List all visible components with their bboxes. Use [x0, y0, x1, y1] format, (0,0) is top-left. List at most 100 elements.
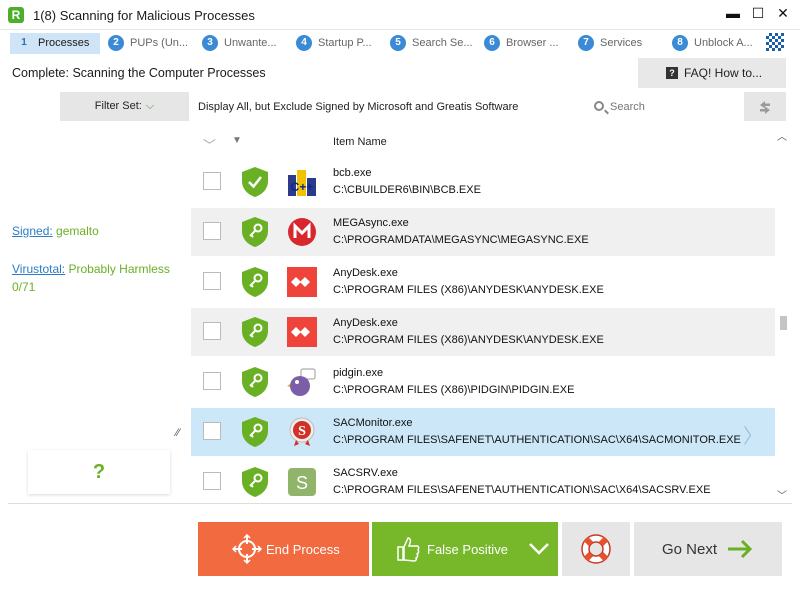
divider — [8, 503, 792, 504]
chevron-down-icon[interactable]: ﹀ — [203, 135, 216, 154]
virustotal-value: Probably Harmless — [68, 262, 170, 276]
signed-value: gemalto — [56, 224, 99, 238]
search-input[interactable] — [610, 98, 730, 116]
item-name: SACMonitor.exe — [333, 417, 413, 429]
svg-text:S: S — [296, 473, 308, 493]
step-services[interactable]: 7 Services — [572, 33, 664, 54]
step-number: 6 — [484, 35, 500, 51]
search-box[interactable] — [590, 96, 740, 120]
chevron-down-icon[interactable] — [522, 532, 556, 566]
item-path: C:\CBUILDER6\BIN\BCB.EXE — [333, 184, 481, 196]
item-checkbox[interactable] — [203, 172, 221, 190]
help-button[interactable]: ? — [28, 450, 170, 494]
chevron-right-icon[interactable]: 〉 — [743, 420, 763, 449]
question-icon: ? — [666, 67, 678, 79]
step-number: 4 — [296, 35, 312, 51]
shield-key-icon — [242, 467, 268, 497]
sort-arrow-icon[interactable]: ▼ — [232, 135, 242, 146]
anydesk-icon — [287, 267, 317, 297]
step-label: Unwante... — [224, 37, 277, 49]
item-name: SACSRV.exe — [333, 467, 398, 479]
step-label: PUPs (Un... — [130, 37, 189, 49]
signed-info: Signed: gemalto — [12, 224, 99, 238]
app-logo-icon: R — [8, 7, 24, 23]
virustotal-link[interactable]: Virustotal: — [12, 262, 65, 276]
step-processes[interactable]: 1 Processes — [10, 33, 100, 54]
item-checkbox[interactable] — [203, 372, 221, 390]
support-button[interactable] — [562, 522, 630, 576]
lifebuoy-icon — [581, 534, 611, 564]
list-item[interactable]: C++ bcb.exe C:\CBUILDER6\BIN\BCB.EXE — [191, 158, 775, 206]
finish-flag-icon[interactable] — [766, 33, 784, 51]
thumbs-up-icon — [397, 537, 420, 562]
item-path: C:\PROGRAM FILES (X86)\ANYDESK\ANYDESK.E… — [333, 284, 604, 296]
false-positive-button[interactable]: False Positive — [372, 522, 558, 576]
step-number: 8 — [672, 35, 688, 51]
safenet-icon: S — [289, 417, 315, 446]
process-list: ﹀ ▼ Item Name C++ bcb.exe C:\CBUILDER6\B… — [191, 128, 775, 502]
scroll-up-icon[interactable]: ︿ — [777, 128, 787, 143]
step-pups[interactable]: 2 PUPs (Un... — [102, 33, 194, 54]
svg-text:C++: C++ — [291, 180, 314, 194]
step-label: Search Se... — [412, 37, 473, 49]
item-path: C:\PROGRAM FILES (X86)\PIDGIN\PIDGIN.EXE — [333, 384, 575, 396]
sacsrv-icon: S — [288, 468, 316, 496]
window-title: 1(8) Scanning for Malicious Processes — [33, 8, 255, 23]
filter-set-label: Filter Set: — [94, 100, 142, 112]
step-label: Startup P... — [318, 37, 372, 49]
svg-text:S: S — [298, 424, 306, 439]
go-next-button[interactable]: Go Next — [634, 522, 782, 576]
shield-key-icon — [242, 367, 268, 397]
steps-bar: 1 Processes 2 PUPs (Un... 3 Unwante... 4 Sta… — [0, 30, 800, 56]
step-label: Unblock A... — [694, 37, 753, 49]
step-label: Browser ... — [506, 37, 559, 49]
shield-key-icon — [242, 217, 268, 247]
item-checkbox[interactable] — [203, 222, 221, 240]
maximize-button[interactable]: ☐ — [746, 0, 770, 26]
item-path: C:\PROGRAM FILES\SAFENET\AUTHENTICATION\… — [333, 434, 741, 446]
mega-icon — [288, 218, 316, 246]
item-checkbox[interactable] — [203, 272, 221, 290]
faq-button[interactable]: ? FAQ! How to... — [638, 58, 786, 88]
filter-set-button[interactable]: Filter Set: ⌵ — [60, 92, 189, 121]
refresh-button[interactable] — [744, 92, 786, 121]
step-search[interactable]: 5 Search Se... — [384, 33, 476, 54]
refresh-icon — [760, 101, 770, 114]
close-button[interactable]: ✕ — [771, 0, 795, 26]
item-checkbox[interactable] — [203, 472, 221, 490]
scroll-down-icon[interactable]: ﹀ — [777, 487, 787, 502]
step-number: 2 — [108, 35, 124, 51]
step-number: 5 — [390, 35, 406, 51]
end-process-button[interactable]: End Process — [198, 522, 369, 576]
column-item-name[interactable]: Item Name — [333, 136, 387, 148]
step-label: Services — [600, 37, 643, 49]
step-unwanted[interactable]: 3 Unwante... — [196, 33, 288, 54]
list-item[interactable]: MEGAsync.exe C:\PROGRAMDATA\MEGASYNC\MEG… — [191, 208, 775, 256]
anydesk-icon — [287, 317, 317, 347]
step-startup[interactable]: 4 Startup P... — [290, 33, 382, 54]
step-label: Processes — [38, 37, 90, 49]
step-browser[interactable]: 6 Browser ... — [478, 33, 570, 54]
list-item[interactable]: S SACMonitor.exe C:\PROGRAM FILES\SAFENE… — [191, 408, 775, 456]
arrow-right-icon — [728, 539, 753, 559]
pidgin-icon — [287, 368, 316, 396]
signed-link[interactable]: Signed: — [12, 224, 53, 238]
list-item[interactable]: AnyDesk.exe C:\PROGRAM FILES (X86)\ANYDE… — [191, 258, 775, 306]
item-checkbox[interactable] — [203, 322, 221, 340]
item-checkbox[interactable] — [203, 422, 221, 440]
shield-key-icon — [242, 317, 268, 347]
step-unblock[interactable]: 8 Unblock A... — [666, 33, 762, 54]
minimize-button[interactable]: ▬ — [721, 0, 745, 26]
resize-grip-icon[interactable]: ⁄⁄ — [176, 427, 180, 439]
search-icon — [594, 101, 604, 111]
faq-label: FAQ! How to... — [684, 66, 763, 80]
list-item[interactable]: AnyDesk.exe C:\PROGRAM FILES (X86)\ANYDE… — [191, 308, 775, 356]
item-name: MEGAsync.exe — [333, 217, 409, 229]
chevron-down-icon: ⌵ — [145, 100, 155, 112]
scrollbar-thumb[interactable] — [780, 316, 787, 330]
list-item[interactable]: pidgin.exe C:\PROGRAM FILES (X86)\PIDGIN… — [191, 358, 775, 406]
cbuilder-icon: C++ — [288, 170, 316, 196]
item-name: pidgin.exe — [333, 367, 384, 379]
item-name: AnyDesk.exe — [333, 317, 398, 329]
list-item[interactable]: S SACSRV.exe C:\PROGRAM FILES\SAFENET\AU… — [191, 458, 775, 502]
